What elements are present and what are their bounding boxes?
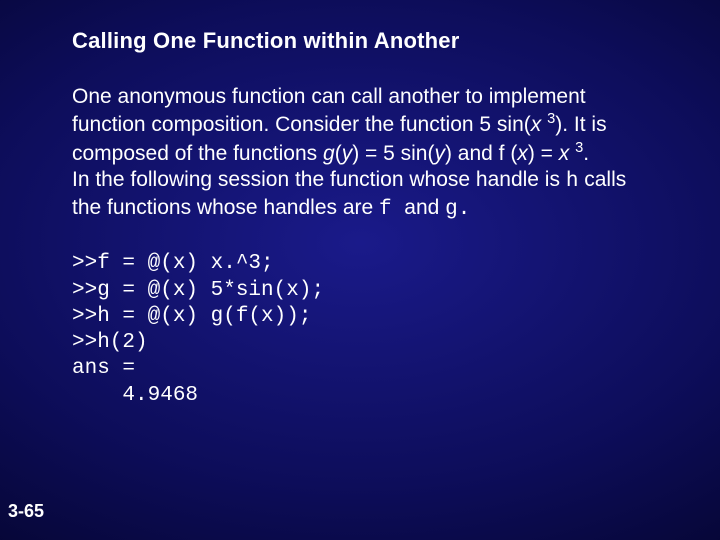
text: ( — [335, 142, 342, 165]
var-y: y — [342, 142, 353, 165]
handle-g: g. — [445, 198, 470, 221]
code-line: >>f = @(x) x.^3; — [72, 252, 274, 275]
body-paragraph: One anonymous function can call another … — [72, 84, 660, 223]
var-x: x — [559, 142, 570, 165]
handle-h: h — [566, 170, 579, 193]
text: One anonymous function can call another … — [72, 85, 586, 136]
text: and — [404, 196, 445, 219]
code-line: >>g = @(x) 5*sin(x); — [72, 279, 324, 302]
code-line: 4.9468 — [72, 384, 198, 407]
handle-f: f — [379, 198, 404, 221]
slide-title: Calling One Function within Another — [72, 28, 660, 54]
code-line: >>h(2) — [72, 331, 148, 354]
code-line: ans = — [72, 357, 135, 380]
text: . — [583, 142, 589, 165]
text: In the following session the function wh… — [72, 168, 566, 191]
text: ) and f ( — [445, 142, 517, 165]
code-line: >>h = @(x) g(f(x)); — [72, 305, 311, 328]
text: ) = 5 sin( — [352, 142, 434, 165]
var-g: g — [323, 142, 335, 165]
code-block: >>f = @(x) x.^3; >>g = @(x) 5*sin(x); >>… — [72, 251, 660, 409]
var-y: y — [434, 142, 445, 165]
var-x: x — [531, 113, 542, 136]
text: ) = — [528, 142, 559, 165]
slide: Calling One Function within Another One … — [0, 0, 720, 540]
var-x: x — [517, 142, 528, 165]
page-number: 3-65 — [8, 501, 44, 522]
